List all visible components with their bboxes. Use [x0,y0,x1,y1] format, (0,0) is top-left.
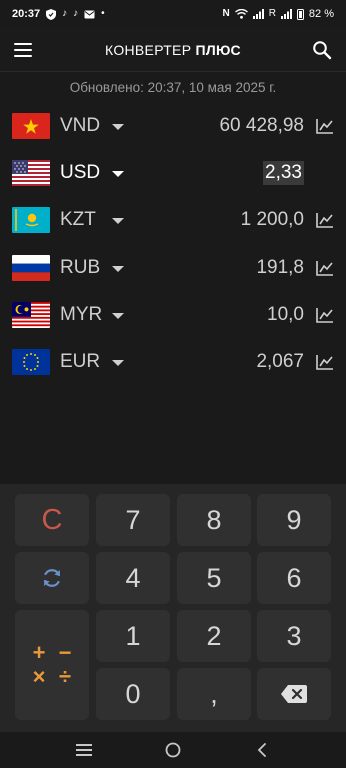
digit-7-button[interactable]: 7 [96,494,170,546]
eu-flag-icon [12,349,50,376]
back-button[interactable] [242,735,282,765]
status-time: 20:37 [12,8,41,20]
usa-flag-icon [12,159,50,186]
chart-icon[interactable] [316,307,334,323]
digit-3-button[interactable]: 3 [257,610,331,662]
operations-button[interactable]: + − × ÷ [15,610,89,720]
wifi-icon [234,9,248,19]
keypad: C 7 8 9 4 5 6 + − × ÷ 1 2 3 0 , [0,484,346,732]
chart-icon[interactable] [316,354,334,370]
home-icon [165,742,181,758]
backspace-icon [281,685,307,703]
currency-row-myr[interactable]: MYR 10,0 [0,291,346,338]
notification-dot-icon: • [101,8,105,19]
currency-value[interactable]: 1 200,0 [241,209,304,231]
digit-1-button[interactable]: 1 [96,610,170,662]
currency-list: VND 60 428,98 USD 2,33 KZT 1 200,0 RUB 1… [0,102,346,386]
currency-code: VND [60,114,101,136]
currency-row-eur[interactable]: EUR 2,067 [0,338,346,385]
home-button[interactable] [153,735,193,765]
chart-icon[interactable] [316,260,334,276]
currency-value[interactable]: 60 428,98 [219,115,304,137]
recents-button[interactable] [64,735,104,765]
digit-9-button[interactable]: 9 [257,494,331,546]
currency-value[interactable]: 191,8 [256,257,304,279]
digit-8-button[interactable]: 8 [177,494,251,546]
currency-row-kzt[interactable]: KZT 1 200,0 [0,197,346,244]
recents-icon [76,744,93,756]
menu-icon[interactable] [14,42,32,57]
refresh-button[interactable] [15,552,89,604]
system-nav-bar [0,732,346,768]
digit-6-button[interactable]: 6 [257,552,331,604]
app-title: КОНВЕРТЕР ПЛЮС [105,41,241,58]
back-icon [257,743,266,757]
nfc-icon: N [222,8,230,19]
operations-icon: + − × ÷ [32,640,72,689]
chevron-down-icon[interactable] [112,218,124,225]
tiktok-icon: ♪ [73,8,79,19]
roaming-label: R [268,8,276,19]
chevron-down-icon[interactable] [112,123,124,130]
currency-code: KZT [60,209,96,231]
currency-code: EUR [60,351,101,373]
currency-value-selected[interactable]: 2,33 [263,160,304,185]
app-bar: КОНВЕРТЕР ПЛЮС [0,28,346,72]
currency-code: USD [60,161,101,183]
status-bar: 20:37 ♪ ♪ • N R 82 % [0,0,346,28]
kazakhstan-flag-icon [12,207,50,234]
vietnam-flag-icon [12,112,50,139]
currency-row-rub[interactable]: RUB 191,8 [0,244,346,291]
russia-flag-icon [12,254,50,281]
chevron-down-icon[interactable] [112,312,124,319]
shield-icon [46,8,57,20]
digit-5-button[interactable]: 5 [177,552,251,604]
digit-0-button[interactable]: 0 [96,668,170,720]
malaysia-flag-icon [12,301,50,328]
currency-code: MYR [60,303,103,325]
clear-button[interactable]: C [15,494,89,546]
currency-code: RUB [60,256,101,278]
currency-row-vnd[interactable]: VND 60 428,98 [0,102,346,149]
refresh-icon [43,569,61,587]
signal-icon [252,9,264,19]
chart-icon[interactable] [316,118,334,134]
currency-value[interactable]: 2,067 [256,351,304,373]
email-icon [84,10,95,18]
battery-percent: 82 % [308,8,334,20]
chart-icon[interactable] [316,212,334,229]
currency-row-usd[interactable]: USD 2,33 [0,149,346,196]
currency-value[interactable]: 10,0 [267,304,304,326]
digit-2-button[interactable]: 2 [177,610,251,662]
chevron-down-icon[interactable] [112,360,124,367]
chevron-down-icon[interactable] [112,170,124,177]
tiktok-icon: ♪ [62,8,68,19]
chevron-down-icon[interactable] [112,265,124,272]
battery-icon [296,8,304,20]
last-updated-text: Обновлено: 20:37, 10 мая 2025 г. [69,80,277,95]
search-icon[interactable] [312,40,332,60]
backspace-button[interactable] [257,668,331,720]
decimal-button[interactable]: , [177,668,251,720]
digit-4-button[interactable]: 4 [96,552,170,604]
signal-icon [280,9,292,19]
